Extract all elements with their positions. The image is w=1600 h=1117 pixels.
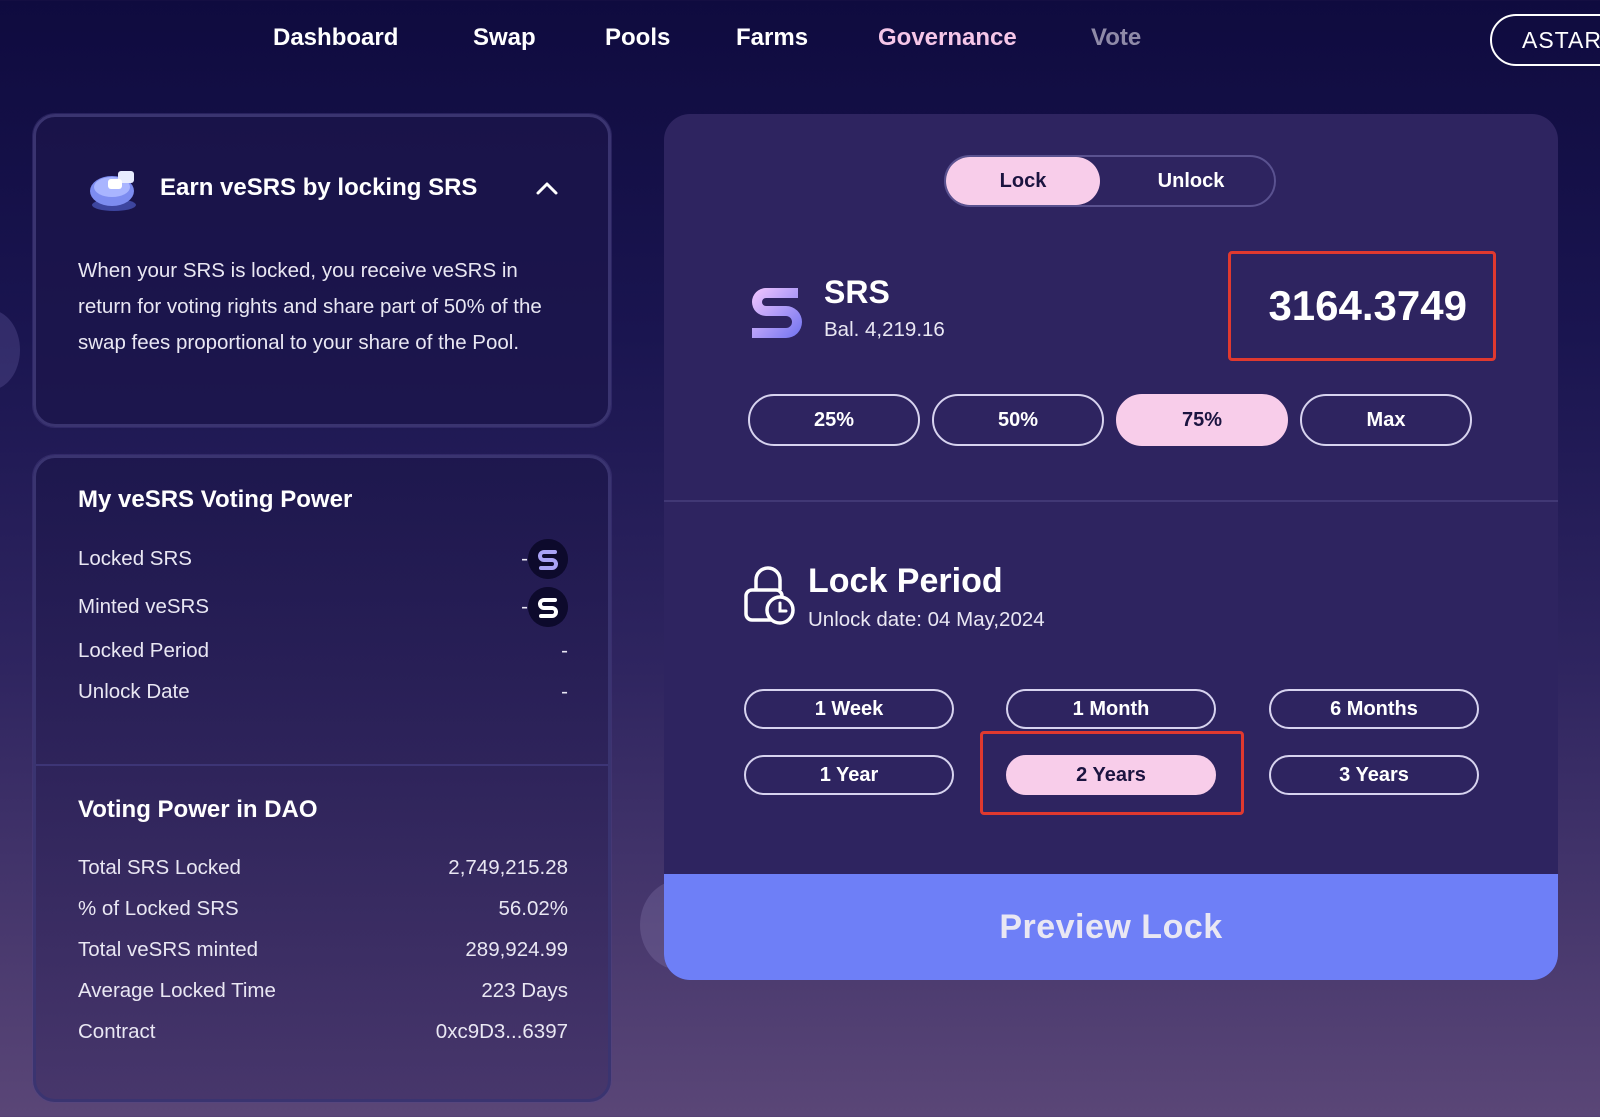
period-1-year-button[interactable]: 1 Year — [744, 755, 954, 795]
lock-unlock-toggle: Lock Unlock — [944, 155, 1276, 207]
row-value: - — [521, 595, 528, 618]
row-label: Unlock Date — [78, 680, 190, 703]
row-value: 223 Days — [481, 979, 568, 1002]
section-divider — [36, 764, 608, 766]
unlock-date-row: Unlock Date - — [78, 676, 568, 710]
row-label: Locked SRS — [78, 547, 192, 570]
decorative-glow — [0, 310, 20, 390]
network-selector-button[interactable]: ASTAR — [1490, 14, 1600, 66]
preview-lock-button[interactable]: Preview Lock — [664, 874, 1558, 980]
contract-address-link[interactable]: 0xc9D3...6397 — [436, 1020, 568, 1044]
row-label: Locked Period — [78, 639, 210, 662]
earn-card-description: When your SRS is locked, you receive veS… — [78, 259, 542, 354]
percent-25-button[interactable]: 25% — [748, 394, 920, 446]
earn-info-card: Earn veSRS by locking SRS When your SRS … — [33, 114, 611, 427]
lock-panel: Lock Unlock SRS Bal. 4,219.16 25% 50% 75… — [664, 114, 1558, 980]
locked-period-row: Locked Period - — [78, 635, 568, 669]
row-value: 2,749,215.28 — [448, 856, 568, 879]
locked-srs-row: Locked SRS - — [78, 539, 568, 579]
nav-governance[interactable]: Governance — [878, 24, 1017, 52]
total-srs-locked-row: Total SRS Locked 2,749,215.28 — [78, 852, 568, 886]
period-1-week-button[interactable]: 1 Week — [744, 689, 954, 729]
chevron-up-icon[interactable] — [534, 175, 560, 201]
lock-stake-icon — [90, 171, 136, 211]
percent-50-button[interactable]: 50% — [932, 394, 1104, 446]
nav-dashboard[interactable]: Dashboard — [273, 24, 398, 52]
tab-unlock[interactable]: Unlock — [1114, 157, 1268, 205]
row-value: - — [561, 680, 568, 703]
token-name: SRS — [824, 274, 890, 310]
row-label: Average Locked Time — [78, 979, 276, 1002]
earn-card-title: Earn veSRS by locking SRS — [160, 174, 478, 201]
nav-swap[interactable]: Swap — [473, 24, 536, 52]
tab-lock[interactable]: Lock — [946, 157, 1100, 205]
token-balance: Bal. 4,219.16 — [824, 318, 945, 341]
nav-vote[interactable]: Vote — [1091, 24, 1141, 52]
average-locked-time-row: Average Locked Time 223 Days — [78, 975, 568, 1009]
unlock-date-text: Unlock date: 04 May,2024 — [808, 608, 1045, 631]
dao-voting-power-title: Voting Power in DAO — [78, 796, 318, 823]
nav-pools[interactable]: Pools — [605, 24, 670, 52]
contract-row: Contract 0xc9D3...6397 — [78, 1016, 568, 1050]
row-value: 56.02% — [498, 897, 568, 920]
percent-75-button[interactable]: 75% — [1116, 394, 1288, 446]
row-value: - — [561, 639, 568, 662]
period-3-years-button[interactable]: 3 Years — [1269, 755, 1479, 795]
vesrs-token-icon — [528, 587, 568, 627]
minted-vesrs-row: Minted veSRS - — [78, 587, 568, 627]
nav-farms[interactable]: Farms — [736, 24, 808, 52]
row-label: Total veSRS minted — [78, 938, 259, 961]
row-label: Minted veSRS — [78, 595, 210, 618]
row-label: Contract — [78, 1020, 156, 1043]
percent-locked-srs-row: % of Locked SRS 56.02% — [78, 893, 568, 927]
top-nav: Dashboard Swap Pools Farms Governance Vo… — [0, 0, 1600, 80]
total-vesrs-minted-row: Total veSRS minted 289,924.99 — [78, 934, 568, 968]
row-value: - — [521, 547, 528, 570]
row-label: % of Locked SRS — [78, 897, 239, 920]
srs-logo-icon — [752, 288, 802, 338]
lock-period-title: Lock Period — [808, 562, 1003, 600]
my-voting-power-title: My veSRS Voting Power — [78, 486, 353, 513]
lock-clock-icon — [744, 566, 795, 625]
panel-divider — [664, 500, 1558, 502]
period-1-month-button[interactable]: 1 Month — [1006, 689, 1216, 729]
lock-amount-input[interactable] — [1228, 251, 1496, 361]
selection-highlight — [980, 731, 1244, 815]
period-6-months-button[interactable]: 6 Months — [1269, 689, 1479, 729]
max-button[interactable]: Max — [1300, 394, 1472, 446]
row-value: 289,924.99 — [465, 938, 568, 961]
srs-token-icon — [528, 539, 568, 579]
voting-power-card: My veSRS Voting Power Locked SRS - Minte… — [33, 455, 611, 1102]
row-label: Total SRS Locked — [78, 856, 241, 879]
